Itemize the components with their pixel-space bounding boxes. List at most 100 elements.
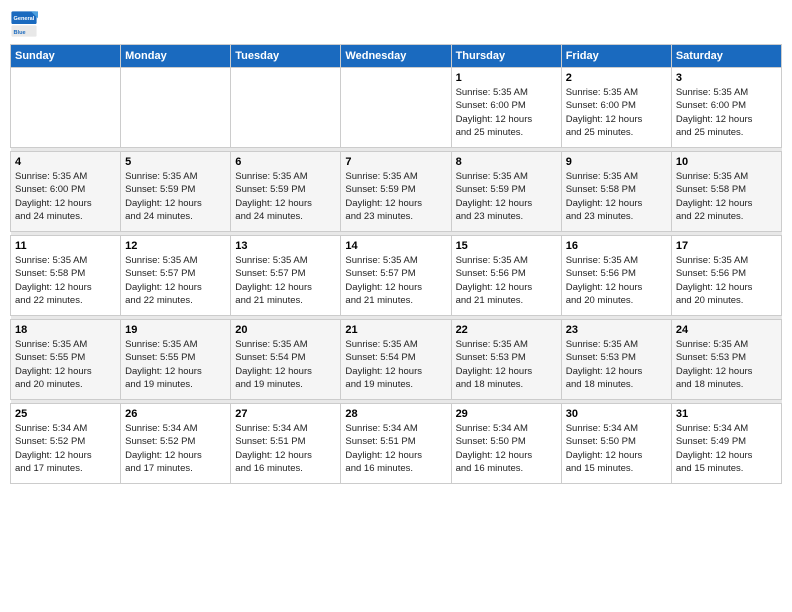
day-details: Sunrise: 5:35 AM Sunset: 5:53 PM Dayligh…	[566, 338, 667, 391]
day-details: Sunrise: 5:35 AM Sunset: 5:59 PM Dayligh…	[235, 170, 336, 223]
calendar-cell: 14 Sunrise: 5:35 AM Sunset: 5:57 PM Dayli…	[341, 236, 451, 316]
day-number: 8	[456, 156, 557, 168]
day-number: 18	[15, 324, 116, 336]
calendar-cell: 8 Sunrise: 5:35 AM Sunset: 5:59 PM Daylig…	[451, 152, 561, 232]
day-number: 2	[566, 72, 667, 84]
day-header-wednesday: Wednesday	[341, 45, 451, 68]
calendar-cell: 24Sunrise: 5:35 AM Sunset: 5:53 PM Dayli…	[671, 320, 781, 400]
day-details: Sunrise: 5:34 AM Sunset: 5:49 PM Dayligh…	[676, 422, 777, 475]
day-number: 21	[345, 324, 446, 336]
calendar-cell	[231, 68, 341, 148]
day-number: 25	[15, 408, 116, 420]
day-details: Sunrise: 5:35 AM Sunset: 6:00 PM Dayligh…	[676, 86, 777, 139]
calendar-table: SundayMondayTuesdayWednesdayThursdayFrid…	[10, 44, 782, 484]
day-details: Sunrise: 5:35 AM Sunset: 5:59 PM Dayligh…	[125, 170, 226, 223]
day-number: 23	[566, 324, 667, 336]
day-number: 26	[125, 408, 226, 420]
day-header-friday: Friday	[561, 45, 671, 68]
day-number: 22	[456, 324, 557, 336]
day-number: 19	[125, 324, 226, 336]
day-details: Sunrise: 5:35 AM Sunset: 5:54 PM Dayligh…	[345, 338, 446, 391]
calendar-cell	[341, 68, 451, 148]
day-details: Sunrise: 5:35 AM Sunset: 6:00 PM Dayligh…	[15, 170, 116, 223]
calendar-cell: 27 Sunrise: 5:34 AM Sunset: 5:51 PM Dayli…	[231, 404, 341, 484]
day-details: Sunrise: 5:35 AM Sunset: 5:57 PM Dayligh…	[345, 254, 446, 307]
day-details: Sunrise: 5:34 AM Sunset: 5:52 PM Dayligh…	[125, 422, 226, 475]
day-number: 27	[235, 408, 336, 420]
day-number: 7	[345, 156, 446, 168]
calendar-cell: 13Sunrise: 5:35 AM Sunset: 5:57 PM Dayli…	[231, 236, 341, 316]
day-details: Sunrise: 5:35 AM Sunset: 5:53 PM Dayligh…	[456, 338, 557, 391]
day-number: 3	[676, 72, 777, 84]
calendar-cell: 4Sunrise: 5:35 AM Sunset: 6:00 PM Daylig…	[11, 152, 121, 232]
day-number: 29	[456, 408, 557, 420]
day-details: Sunrise: 5:34 AM Sunset: 5:50 PM Dayligh…	[566, 422, 667, 475]
day-number: 9	[566, 156, 667, 168]
page-header: General Blue	[10, 10, 782, 38]
day-details: Sunrise: 5:35 AM Sunset: 5:56 PM Dayligh…	[456, 254, 557, 307]
day-number: 28	[345, 408, 446, 420]
day-details: Sunrise: 5:34 AM Sunset: 5:52 PM Dayligh…	[15, 422, 116, 475]
week-row-3: 11 Sunrise: 5:35 AM Sunset: 5:58 PM Dayli…	[11, 236, 782, 316]
day-number: 10	[676, 156, 777, 168]
calendar-cell: 2 Sunrise: 5:35 AM Sunset: 6:00 PM Daylig…	[561, 68, 671, 148]
day-details: Sunrise: 5:35 AM Sunset: 6:00 PM Dayligh…	[566, 86, 667, 139]
calendar-cell: 30 Sunrise: 5:34 AM Sunset: 5:50 PM Dayli…	[561, 404, 671, 484]
calendar-cell: 23 Sunrise: 5:35 AM Sunset: 5:53 PM Dayli…	[561, 320, 671, 400]
day-number: 16	[566, 240, 667, 252]
day-details: Sunrise: 5:35 AM Sunset: 5:57 PM Dayligh…	[125, 254, 226, 307]
day-header-sunday: Sunday	[11, 45, 121, 68]
calendar-cell: 18Sunrise: 5:35 AM Sunset: 5:55 PM Dayli…	[11, 320, 121, 400]
day-number: 30	[566, 408, 667, 420]
calendar-body: 1Sunrise: 5:35 AM Sunset: 6:00 PM Daylig…	[11, 68, 782, 484]
day-details: Sunrise: 5:35 AM Sunset: 5:58 PM Dayligh…	[676, 170, 777, 223]
calendar-cell: 10 Sunrise: 5:35 AM Sunset: 5:58 PM Dayli…	[671, 152, 781, 232]
day-number: 24	[676, 324, 777, 336]
calendar-cell: 5 Sunrise: 5:35 AM Sunset: 5:59 PM Daylig…	[121, 152, 231, 232]
day-number: 13	[235, 240, 336, 252]
day-details: Sunrise: 5:35 AM Sunset: 5:56 PM Dayligh…	[676, 254, 777, 307]
calendar-cell: 3 Sunrise: 5:35 AM Sunset: 6:00 PM Daylig…	[671, 68, 781, 148]
day-details: Sunrise: 5:35 AM Sunset: 5:54 PM Dayligh…	[235, 338, 336, 391]
week-row-5: 25 Sunrise: 5:34 AM Sunset: 5:52 PM Dayli…	[11, 404, 782, 484]
day-details: Sunrise: 5:34 AM Sunset: 5:50 PM Dayligh…	[456, 422, 557, 475]
calendar-header: SundayMondayTuesdayWednesdayThursdayFrid…	[11, 45, 782, 68]
calendar-cell: 12 Sunrise: 5:35 AM Sunset: 5:57 PM Dayli…	[121, 236, 231, 316]
calendar-cell: 15Sunrise: 5:35 AM Sunset: 5:56 PM Dayli…	[451, 236, 561, 316]
logo: General Blue	[10, 10, 42, 38]
calendar-cell: 26 Sunrise: 5:34 AM Sunset: 5:52 PM Dayli…	[121, 404, 231, 484]
day-details: Sunrise: 5:35 AM Sunset: 5:59 PM Dayligh…	[456, 170, 557, 223]
day-header-saturday: Saturday	[671, 45, 781, 68]
calendar-cell: 28Sunrise: 5:34 AM Sunset: 5:51 PM Dayli…	[341, 404, 451, 484]
day-details: Sunrise: 5:35 AM Sunset: 5:58 PM Dayligh…	[566, 170, 667, 223]
day-header-tuesday: Tuesday	[231, 45, 341, 68]
calendar-cell: 20 Sunrise: 5:35 AM Sunset: 5:54 PM Dayli…	[231, 320, 341, 400]
day-number: 14	[345, 240, 446, 252]
day-number: 17	[676, 240, 777, 252]
day-number: 5	[125, 156, 226, 168]
calendar-cell	[11, 68, 121, 148]
logo-icon: General Blue	[10, 10, 38, 38]
calendar-cell: 21 Sunrise: 5:35 AM Sunset: 5:54 PM Dayli…	[341, 320, 451, 400]
day-number: 20	[235, 324, 336, 336]
calendar-cell: 6Sunrise: 5:35 AM Sunset: 5:59 PM Daylig…	[231, 152, 341, 232]
week-row-2: 4Sunrise: 5:35 AM Sunset: 6:00 PM Daylig…	[11, 152, 782, 232]
day-details: Sunrise: 5:35 AM Sunset: 5:59 PM Dayligh…	[345, 170, 446, 223]
day-details: Sunrise: 5:34 AM Sunset: 5:51 PM Dayligh…	[235, 422, 336, 475]
day-details: Sunrise: 5:35 AM Sunset: 5:55 PM Dayligh…	[125, 338, 226, 391]
calendar-cell: 29 Sunrise: 5:34 AM Sunset: 5:50 PM Dayli…	[451, 404, 561, 484]
calendar-cell: 16 Sunrise: 5:35 AM Sunset: 5:56 PM Dayli…	[561, 236, 671, 316]
calendar-cell: 17 Sunrise: 5:35 AM Sunset: 5:56 PM Dayli…	[671, 236, 781, 316]
week-row-1: 1Sunrise: 5:35 AM Sunset: 6:00 PM Daylig…	[11, 68, 782, 148]
week-row-4: 18 Sunrise: 5:35 AM Sunset: 5:55 PM Dayli…	[11, 320, 782, 400]
calendar-cell: 22 Sunrise: 5:35 AM Sunset: 5:53 PM Dayli…	[451, 320, 561, 400]
svg-text:General: General	[14, 16, 35, 22]
calendar-cell: 19 Sunrise: 5:35 AM Sunset: 5:55 PM Dayli…	[121, 320, 231, 400]
svg-text:Blue: Blue	[14, 30, 26, 36]
calendar-cell: 1Sunrise: 5:35 AM Sunset: 6:00 PM Daylig…	[451, 68, 561, 148]
day-header-monday: Monday	[121, 45, 231, 68]
day-details: Sunrise: 5:35 AM Sunset: 5:56 PM Dayligh…	[566, 254, 667, 307]
day-number: 11	[15, 240, 116, 252]
day-details: Sunrise: 5:35 AM Sunset: 5:58 PM Dayligh…	[15, 254, 116, 307]
day-number: 12	[125, 240, 226, 252]
